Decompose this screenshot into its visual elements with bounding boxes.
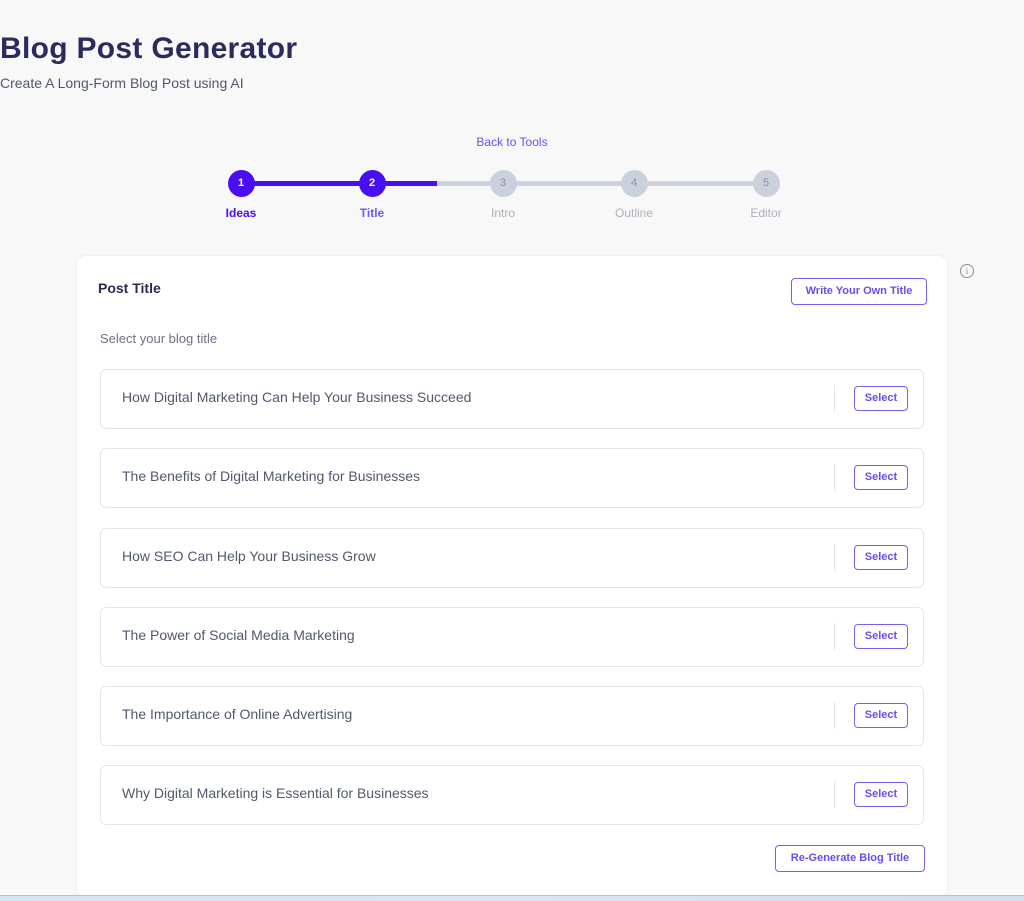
select-button[interactable]: Select — [854, 465, 908, 491]
title-option-text: How SEO Can Help Your Business Grow — [122, 547, 376, 564]
step-label: Editor — [750, 206, 782, 220]
title-option[interactable]: How SEO Can Help Your Business Grow Sele… — [100, 527, 924, 588]
step-label: Intro — [490, 206, 515, 220]
card-title: Post Title — [98, 280, 161, 296]
divider — [834, 385, 835, 412]
step-number: 5 — [752, 170, 780, 197]
step-title[interactable]: 2 Title — [332, 170, 412, 220]
select-button[interactable]: Select — [854, 782, 908, 808]
step-number: 4 — [620, 170, 648, 197]
title-option[interactable]: The Importance of Online Advertising Sel… — [100, 686, 924, 747]
step-editor[interactable]: 5 Editor — [726, 170, 806, 220]
step-number: 2 — [358, 170, 386, 197]
divider — [834, 702, 835, 730]
divider — [834, 464, 835, 492]
write-own-title-button[interactable]: Write Your Own Title — [791, 278, 927, 305]
step-ideas[interactable]: 1 Ideas — [201, 170, 281, 220]
regenerate-title-button[interactable]: Re-Generate Blog Title — [775, 845, 925, 872]
title-option[interactable]: The Benefits of Digital Marketing for Bu… — [100, 448, 924, 509]
step-label: Outline — [614, 206, 654, 220]
divider — [834, 622, 835, 650]
back-to-tools-link[interactable]: Back to Tools — [476, 135, 547, 149]
page-subtitle: Create A Long-Form Blog Post using AI — [0, 75, 244, 91]
step-outline[interactable]: 4 Outline — [594, 170, 674, 220]
select-button[interactable]: Select — [854, 386, 908, 411]
title-option-text: The Power of Social Media Marketing — [122, 626, 355, 643]
page-title: Blog Post Generator — [0, 32, 298, 65]
divider — [834, 781, 835, 809]
step-label: Ideas — [225, 206, 257, 220]
select-hint: Select your blog title — [100, 331, 218, 346]
title-options-list: How Digital Marketing Can Help Your Busi… — [100, 369, 924, 845]
title-option-text: The Benefits of Digital Marketing for Bu… — [122, 468, 421, 485]
post-title-card: Post Title Write Your Own Title Select y… — [77, 256, 947, 896]
divider — [834, 543, 835, 571]
taskbar — [0, 895, 1024, 901]
title-option[interactable]: Why Digital Marketing is Essential for B… — [100, 765, 924, 826]
select-button[interactable]: Select — [854, 703, 908, 729]
title-option[interactable]: The Power of Social Media Marketing Sele… — [100, 606, 924, 667]
step-number: 1 — [227, 170, 255, 197]
info-icon[interactable]: i — [960, 264, 974, 278]
title-option[interactable]: How Digital Marketing Can Help Your Busi… — [100, 369, 924, 429]
back-to-tools-link-wrap: Back to Tools — [0, 135, 1024, 149]
select-button[interactable]: Select — [854, 623, 908, 649]
title-option-text: The Importance of Online Advertising — [122, 706, 353, 723]
title-option-text: Why Digital Marketing is Essential for B… — [122, 785, 429, 802]
step-label: Title — [359, 206, 385, 220]
title-option-text: How Digital Marketing Can Help Your Busi… — [122, 389, 472, 405]
select-button[interactable]: Select — [854, 544, 908, 570]
step-intro[interactable]: 3 Intro — [463, 170, 543, 220]
step-number: 3 — [489, 170, 517, 197]
